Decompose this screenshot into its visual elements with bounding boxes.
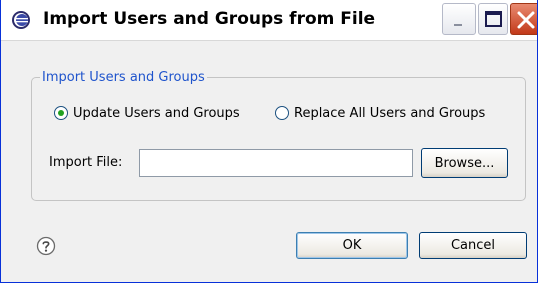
browse-button[interactable]: Browse... bbox=[421, 148, 508, 178]
maximize-icon bbox=[485, 11, 502, 27]
app-icon bbox=[11, 10, 31, 30]
radio-update-users-groups[interactable]: Update Users and Groups bbox=[54, 104, 264, 124]
minimize-icon bbox=[454, 24, 462, 26]
ok-button[interactable]: OK bbox=[296, 232, 408, 259]
radio-circle[interactable] bbox=[54, 106, 68, 120]
close-icon bbox=[517, 11, 535, 29]
import-file-input[interactable] bbox=[139, 149, 413, 177]
maximize-button[interactable] bbox=[478, 3, 508, 35]
cancel-button[interactable]: Cancel bbox=[419, 232, 527, 259]
dialog-content: Import Users and Groups Update Users and… bbox=[1, 41, 537, 282]
close-button[interactable] bbox=[510, 3, 537, 35]
radio-label: Replace All Users and Groups bbox=[294, 106, 486, 121]
radio-replace-all-users-groups[interactable]: Replace All Users and Groups bbox=[275, 104, 515, 124]
minimize-button[interactable] bbox=[442, 3, 476, 35]
import-file-label: Import File: bbox=[49, 155, 123, 170]
group-legend: Import Users and Groups bbox=[42, 70, 205, 85]
dialog-window: Import Users and Groups from File Import… bbox=[0, 0, 538, 283]
radio-label: Update Users and Groups bbox=[73, 106, 240, 121]
radio-selected-dot bbox=[58, 110, 64, 116]
radio-circle[interactable] bbox=[275, 106, 289, 120]
import-group: Import Users and Groups bbox=[31, 70, 526, 201]
title-bar[interactable]: Import Users and Groups from File bbox=[1, 0, 537, 41]
help-icon[interactable] bbox=[36, 236, 56, 256]
window-title: Import Users and Groups from File bbox=[43, 9, 376, 29]
